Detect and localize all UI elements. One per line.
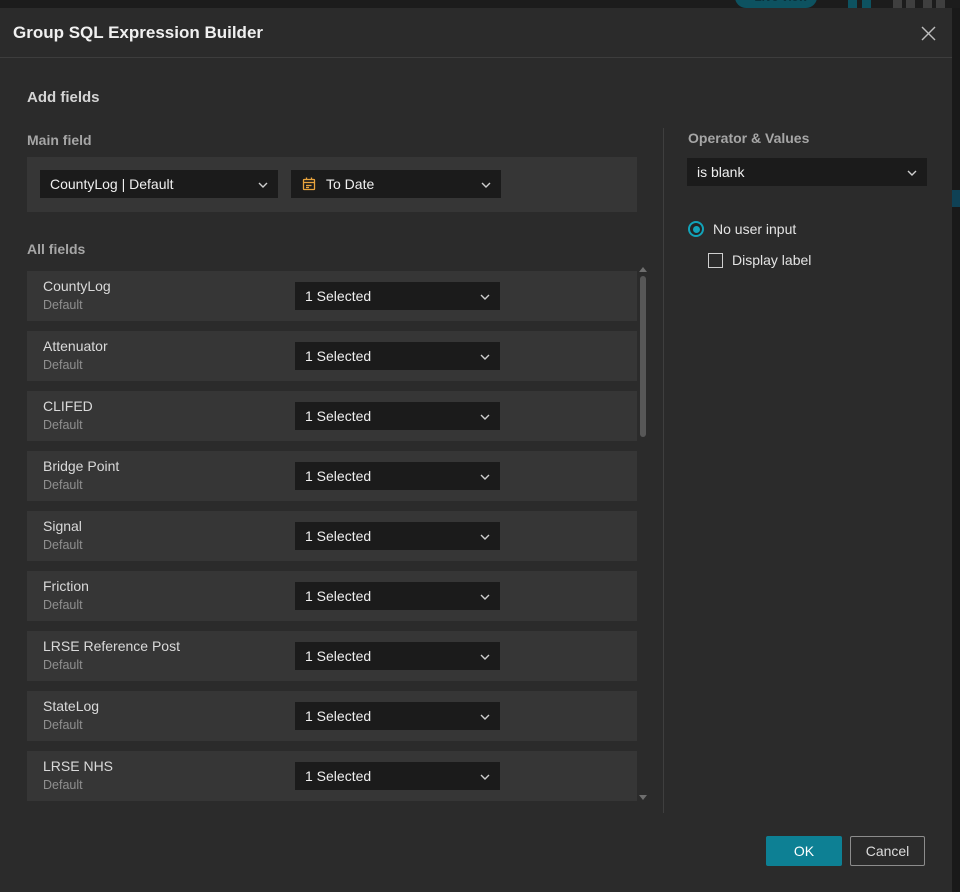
toolbar-button-fragment	[936, 0, 945, 8]
scrollbar-thumb[interactable]	[640, 276, 646, 437]
cancel-button[interactable]: Cancel	[850, 836, 925, 866]
all-fields-label: All fields	[27, 241, 86, 257]
field-values-dropdown[interactable]: 1 Selected	[295, 762, 500, 790]
add-fields-heading: Add fields	[27, 89, 100, 106]
field-values-dropdown[interactable]: 1 Selected	[295, 702, 500, 730]
field-name: CountyLog	[43, 278, 111, 294]
field-values-dropdown[interactable]: 1 Selected	[295, 342, 500, 370]
field-row-lrse-reference-post[interactable]: LRSE Reference Post Default 1 Selected	[27, 631, 637, 681]
field-row-statelog[interactable]: StateLog Default 1 Selected	[27, 691, 637, 741]
chevron-down-icon	[480, 527, 490, 545]
dialog-header: Group SQL Expression Builder	[0, 8, 952, 58]
field-name: Attenuator	[43, 338, 108, 354]
chevron-down-icon	[480, 467, 490, 485]
checkbox-unchecked-icon	[708, 252, 723, 268]
field-source: Default	[43, 778, 83, 792]
close-icon[interactable]	[916, 21, 940, 45]
field-source: Default	[43, 718, 83, 732]
field-source: Default	[43, 358, 83, 372]
sql-expression-builder-dialog: Group SQL Expression Builder Add fields …	[0, 8, 952, 892]
no-user-input-radio[interactable]: No user input	[688, 221, 796, 237]
toolbar-button-fragment	[848, 0, 857, 8]
toolbar-button-fragment	[923, 0, 932, 8]
live-view-toggle[interactable]: Live view	[735, 0, 817, 8]
radio-selected-icon	[688, 221, 704, 237]
panel-divider	[663, 128, 664, 813]
screen: Live view Group SQL Expression Builder A…	[0, 0, 960, 892]
toolbar-button-fragment	[862, 0, 871, 8]
field-row-signal[interactable]: Signal Default 1 Selected	[27, 511, 637, 561]
field-row-attenuator[interactable]: Attenuator Default 1 Selected	[27, 331, 637, 381]
background-right-edge	[952, 8, 960, 892]
field-source: Default	[43, 658, 83, 672]
main-field-select[interactable]: CountyLog | Default	[40, 170, 278, 198]
toolbar-button-fragment	[893, 0, 902, 8]
chevron-down-icon	[480, 347, 490, 365]
checkbox-label: Display label	[732, 252, 812, 268]
field-source: Default	[43, 598, 83, 612]
operator-values-label: Operator & Values	[688, 130, 810, 146]
field-name: LRSE Reference Post	[43, 638, 180, 654]
field-row-lrse-nhs[interactable]: LRSE NHS Default 1 Selected	[27, 751, 637, 801]
chevron-down-icon	[480, 767, 490, 785]
field-name: StateLog	[43, 698, 100, 714]
field-source: Default	[43, 538, 83, 552]
dialog-title: Group SQL Expression Builder	[13, 23, 264, 42]
ok-button[interactable]: OK	[766, 836, 842, 866]
main-field-label: Main field	[27, 132, 92, 148]
main-field-type-select[interactable]: To Date	[291, 170, 501, 198]
calendar-icon	[301, 176, 317, 192]
scrollbar-down-arrow-icon[interactable]	[639, 795, 647, 800]
radio-label: No user input	[713, 221, 797, 237]
field-row-clifed[interactable]: CLIFED Default 1 Selected	[27, 391, 637, 441]
background-toolbar: Live view	[0, 0, 960, 8]
chevron-down-icon	[480, 287, 490, 305]
background-teal-fragment	[952, 190, 960, 207]
field-name: Friction	[43, 578, 89, 594]
chevron-down-icon	[907, 163, 917, 181]
field-values-dropdown[interactable]: 1 Selected	[295, 582, 500, 610]
scrollbar-up-arrow-icon[interactable]	[639, 267, 647, 272]
display-label-checkbox[interactable]: Display label	[708, 252, 811, 268]
main-field-panel: CountyLog | Default To Date	[27, 157, 637, 212]
chevron-down-icon	[481, 175, 491, 193]
field-name: Signal	[43, 518, 82, 534]
chevron-down-icon	[258, 175, 268, 193]
field-values-dropdown[interactable]: 1 Selected	[295, 522, 500, 550]
chevron-down-icon	[480, 707, 490, 725]
operator-select[interactable]: is blank	[687, 158, 927, 186]
field-row-friction[interactable]: Friction Default 1 Selected	[27, 571, 637, 621]
field-row-countylog[interactable]: CountyLog Default 1 Selected	[27, 271, 637, 321]
field-source: Default	[43, 298, 83, 312]
field-name: LRSE NHS	[43, 758, 114, 774]
field-values-dropdown[interactable]: 1 Selected	[295, 462, 500, 490]
chevron-down-icon	[480, 647, 490, 665]
toolbar-button-fragment	[906, 0, 915, 8]
field-row-bridge-point[interactable]: Bridge Point Default 1 Selected	[27, 451, 637, 501]
field-name: Bridge Point	[43, 458, 120, 474]
chevron-down-icon	[480, 587, 490, 605]
field-source: Default	[43, 478, 83, 492]
chevron-down-icon	[480, 407, 490, 425]
live-view-label: Live view	[744, 0, 807, 4]
field-name: CLIFED	[43, 398, 93, 414]
field-source: Default	[43, 418, 83, 432]
field-values-dropdown[interactable]: 1 Selected	[295, 282, 500, 310]
field-values-dropdown[interactable]: 1 Selected	[295, 642, 500, 670]
field-values-dropdown[interactable]: 1 Selected	[295, 402, 500, 430]
